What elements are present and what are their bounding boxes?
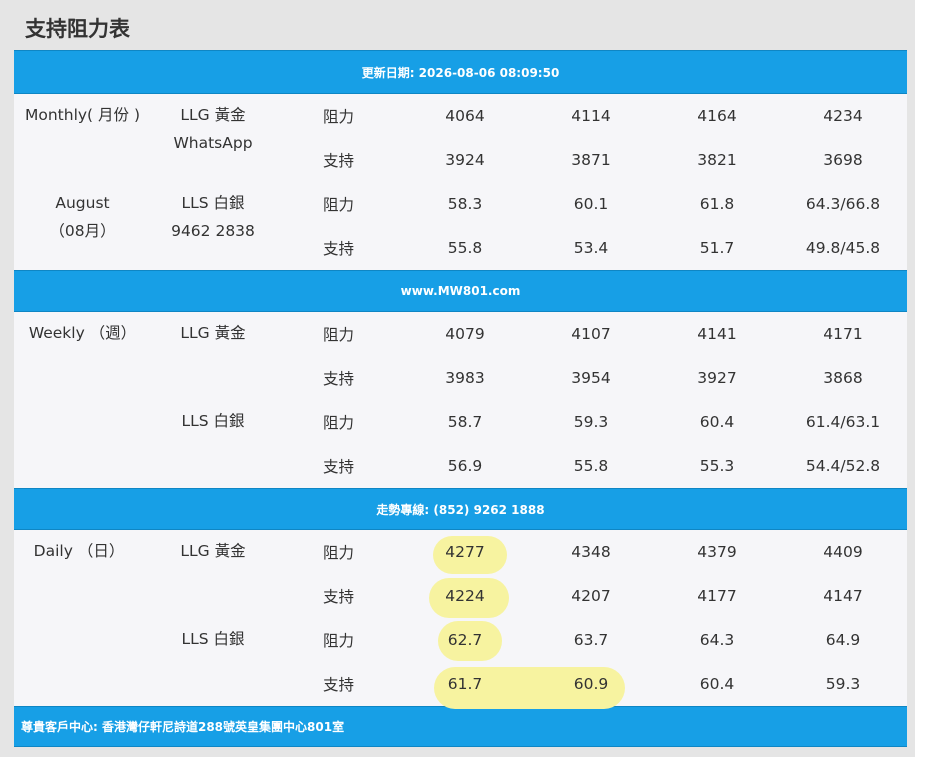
value-cell: 3927: [697, 369, 737, 387]
value-cell: 61.7: [447, 675, 483, 693]
type-label: 阻力: [322, 544, 354, 562]
value-cell: 56.9: [447, 457, 483, 475]
update-date-text: 更新日期: 2026-08-06 08:09:50: [361, 65, 560, 80]
type-label: 阻力: [322, 414, 354, 432]
value-cell: 4147: [823, 587, 863, 605]
page-title: 支持阻力表: [25, 17, 130, 41]
hotline-text: 走勢專線: (852) 9262 1888: [376, 502, 545, 517]
hotline-banner: 走勢專線: (852) 9262 1888: [14, 488, 907, 530]
value-cell: 3871: [571, 151, 611, 169]
value-cell: 54.4/52.8: [805, 457, 881, 475]
address-text: 尊貴客戶中心: 香港灣仔軒尼詩道288號英皇集團中心801室: [21, 720, 345, 734]
type-label: 支持: [322, 240, 354, 258]
page-panel: 支持阻力表 更新日期: 2026-08-06 08:09:50 Monthly(…: [0, 0, 915, 757]
value-cell: 4107: [571, 325, 611, 343]
value-cell: 3821: [697, 151, 737, 169]
value-cell: 4379: [697, 543, 737, 561]
value-cell: 58.3: [447, 195, 483, 213]
value-cell: 60.4: [699, 675, 735, 693]
value-cell: 3868: [823, 369, 863, 387]
value-cell: 4409: [823, 543, 863, 561]
value-cell: 51.7: [699, 239, 735, 257]
monthly-section: Monthly( 月份 ) August （08月） LLG 黃金 WhatsA…: [14, 94, 907, 270]
value-cell: 4164: [697, 107, 737, 125]
value-cell: 63.7: [573, 631, 609, 649]
value-cell: 55.8: [447, 239, 483, 257]
table-row: 阻力 4079 4107 4141 4171: [14, 312, 907, 356]
website-banner: www.MW801.com: [14, 270, 907, 312]
support-resistance-table: 更新日期: 2026-08-06 08:09:50 Monthly( 月份 ) …: [14, 50, 907, 747]
value-cell: 58.7: [447, 413, 483, 431]
value-cell: 3924: [445, 151, 485, 169]
value-cell: 62.7: [447, 631, 483, 649]
value-cell: 4277: [445, 543, 485, 561]
value-cell: 4348: [571, 543, 611, 561]
type-label: 支持: [322, 152, 354, 170]
value-cell: 55.3: [699, 457, 735, 475]
weekly-section: Weekly （週） LLG 黃金 LLS 白銀 阻力 4079 4107 41…: [14, 312, 907, 488]
type-label: 支持: [322, 676, 354, 694]
table-row: 阻力 58.3 60.1 61.8 64.3/66.8: [14, 182, 907, 226]
page-edge: [915, 0, 927, 757]
value-cell: 60.9: [573, 675, 609, 693]
daily-section: Daily （日） LLG 黃金 LLS 白銀 阻力 4277 4348 437…: [14, 530, 907, 709]
table-row: 支持 56.9 55.8 55.3 54.4/52.8: [14, 444, 907, 488]
table-row: 支持 61.7 60.9 60.4 59.3: [14, 662, 907, 706]
table-row: 阻力 62.7 63.7 64.3 64.9: [14, 618, 907, 662]
address-banner: 尊貴客戶中心: 香港灣仔軒尼詩道288號英皇集團中心801室: [14, 706, 907, 747]
type-label: 阻力: [322, 326, 354, 344]
value-cell: 53.4: [573, 239, 609, 257]
table-row: 支持 3924 3871 3821 3698: [14, 138, 907, 182]
type-label: 阻力: [322, 196, 354, 214]
value-cell: 4141: [697, 325, 737, 343]
value-cell: 4079: [445, 325, 485, 343]
value-cell: 4114: [571, 107, 611, 125]
value-cell: 49.8/45.8: [805, 239, 881, 257]
value-cell: 3954: [571, 369, 611, 387]
value-cell: 4171: [823, 325, 863, 343]
type-label: 阻力: [322, 108, 354, 126]
table-row: 阻力 4277 4348 4379 4409: [14, 530, 907, 574]
value-cell: 3698: [823, 151, 863, 169]
value-cell: 4234: [823, 107, 863, 125]
value-cell: 4064: [445, 107, 485, 125]
type-label: 阻力: [322, 632, 354, 650]
table-row: 阻力 4064 4114 4164 4234: [14, 94, 907, 138]
type-label: 支持: [322, 588, 354, 606]
value-cell: 4177: [697, 587, 737, 605]
value-cell: 3983: [445, 369, 485, 387]
update-date-banner: 更新日期: 2026-08-06 08:09:50: [14, 50, 907, 94]
value-cell: 4224: [445, 587, 485, 605]
value-cell: 55.8: [573, 457, 609, 475]
table-row: 支持 55.8 53.4 51.7 49.8/45.8: [14, 226, 907, 270]
table-row: 支持 4224 4207 4177 4147: [14, 574, 907, 618]
table-row: 支持 3983 3954 3927 3868: [14, 356, 907, 400]
value-cell: 64.3/66.8: [805, 195, 881, 213]
value-cell: 4207: [571, 587, 611, 605]
value-cell: 64.9: [825, 631, 861, 649]
value-cell: 60.4: [699, 413, 735, 431]
value-cell: 59.3: [825, 675, 861, 693]
value-cell: 61.8: [699, 195, 735, 213]
value-cell: 64.3: [699, 631, 735, 649]
website-link[interactable]: www.MW801.com: [401, 284, 521, 298]
type-label: 支持: [322, 370, 354, 388]
value-cell: 61.4/63.1: [805, 413, 881, 431]
table-row: 阻力 58.7 59.3 60.4 61.4/63.1: [14, 400, 907, 444]
value-cell: 59.3: [573, 413, 609, 431]
value-cell: 60.1: [573, 195, 609, 213]
type-label: 支持: [322, 458, 354, 476]
